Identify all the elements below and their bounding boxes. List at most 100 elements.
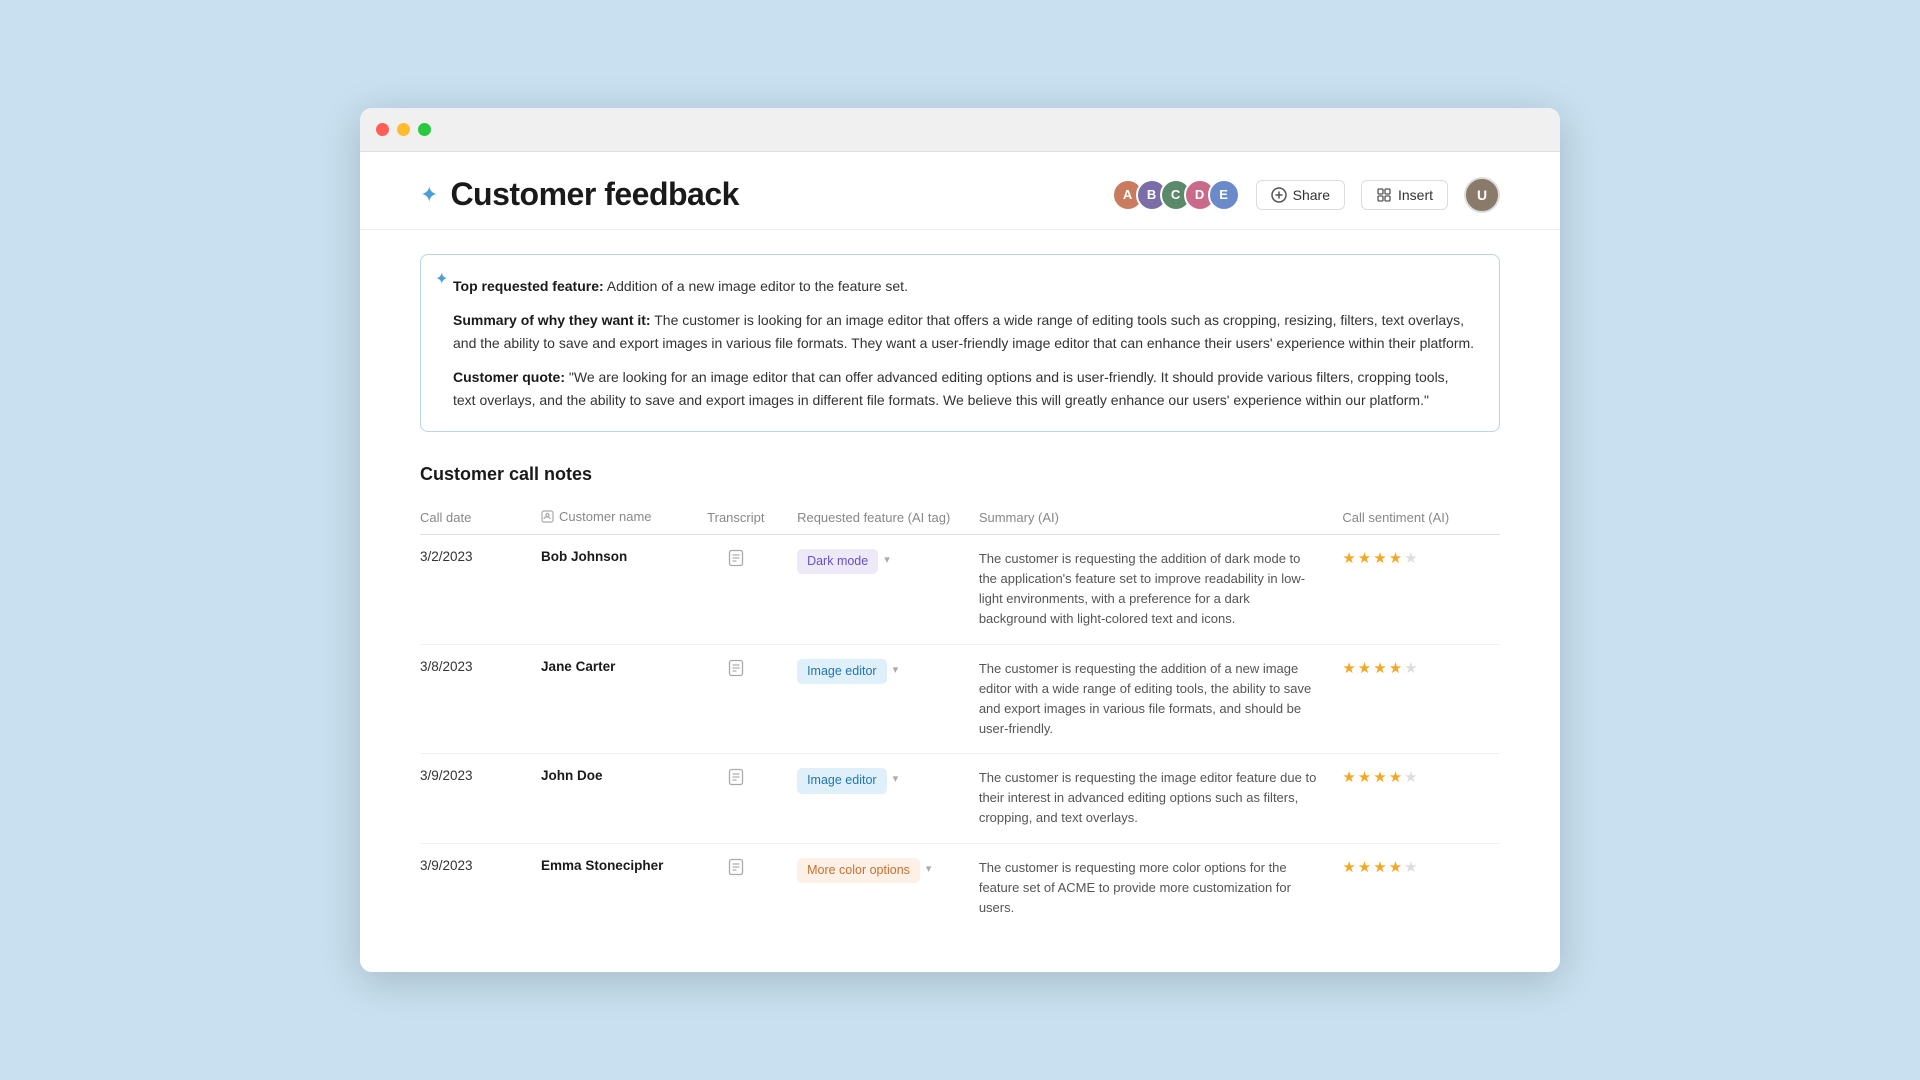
star-icon: ★ xyxy=(1373,768,1386,786)
star-icon: ★ xyxy=(1342,549,1355,567)
star-icon: ★ xyxy=(1358,549,1371,567)
cell-customer-name: Jane Carter xyxy=(529,644,687,754)
customer-quote-line: Customer quote: "We are looking for an i… xyxy=(453,366,1475,411)
col-header-sentiment: Call sentiment (AI) xyxy=(1330,501,1500,535)
cell-summary: The customer is requesting the addition … xyxy=(967,534,1331,644)
col-header-requested-feature: Requested feature (AI tag) xyxy=(785,501,967,535)
maximize-button[interactable] xyxy=(418,123,431,136)
page-title: Customer feedback xyxy=(450,176,738,213)
cell-call-date: 3/9/2023 xyxy=(420,754,529,843)
cell-tag: Image editor ▾ xyxy=(785,644,967,754)
share-button[interactable]: Share xyxy=(1256,180,1345,210)
cell-call-date: 3/8/2023 xyxy=(420,644,529,754)
star-icon: ★ xyxy=(1373,659,1386,677)
cell-tag: Image editor ▾ xyxy=(785,754,967,843)
cell-transcript[interactable] xyxy=(687,754,786,843)
avatar: E xyxy=(1208,179,1240,211)
close-button[interactable] xyxy=(376,123,389,136)
cell-tag: Dark mode ▾ xyxy=(785,534,967,644)
share-icon xyxy=(1271,187,1287,203)
cell-call-date: 3/2/2023 xyxy=(420,534,529,644)
star-icon: ★ xyxy=(1404,659,1417,677)
table-row: 3/8/2023 Jane Carter Image editor ▾ The … xyxy=(420,644,1500,754)
star-rating: ★★★★★ xyxy=(1342,768,1488,786)
cell-customer-name: Emma Stonecipher xyxy=(529,843,687,932)
cell-tag: More color options ▾ xyxy=(785,843,967,932)
star-icon: ★ xyxy=(1389,768,1402,786)
page-title-area: ✦ Customer feedback xyxy=(420,176,739,213)
browser-window: ✦ Customer feedback A B C D E Share xyxy=(360,108,1560,972)
top-feature-line: Top requested feature: Addition of a new… xyxy=(453,275,1475,297)
col-header-call-date: Call date xyxy=(420,501,529,535)
star-rating: ★★★★★ xyxy=(1342,659,1488,677)
cell-summary: The customer is requesting the addition … xyxy=(967,644,1331,754)
section-title: Customer call notes xyxy=(420,464,1500,485)
star-icon: ★ xyxy=(1342,858,1355,876)
cell-sentiment: ★★★★★ xyxy=(1330,534,1500,644)
star-icon: ★ xyxy=(1358,768,1371,786)
customer-icon xyxy=(541,510,554,523)
insert-button[interactable]: Insert xyxy=(1361,180,1448,210)
star-icon: ★ xyxy=(1358,659,1371,677)
transcript-icon[interactable] xyxy=(699,858,774,876)
tag-dropdown-button[interactable]: ▾ xyxy=(882,549,892,570)
cell-summary: The customer is requesting the image edi… xyxy=(967,754,1331,843)
main-content: ✦ Top requested feature: Addition of a n… xyxy=(360,230,1560,972)
tag-dropdown-button[interactable]: ▾ xyxy=(891,659,901,680)
avatar-group: A B C D E xyxy=(1112,179,1240,211)
cell-transcript[interactable] xyxy=(687,843,786,932)
cell-call-date: 3/9/2023 xyxy=(420,843,529,932)
cell-transcript[interactable] xyxy=(687,644,786,754)
star-icon: ★ xyxy=(1389,549,1402,567)
tag-dropdown-button[interactable]: ▾ xyxy=(924,858,934,879)
feature-tag: Image editor xyxy=(797,659,886,685)
table-row: 3/9/2023 Emma Stonecipher More color opt… xyxy=(420,843,1500,932)
star-icon: ★ xyxy=(1342,768,1355,786)
cell-sentiment: ★★★★★ xyxy=(1330,644,1500,754)
ai-sparkle-icon: ✦ xyxy=(435,269,448,289)
ai-summary-box: ✦ Top requested feature: Addition of a n… xyxy=(420,254,1500,432)
cell-sentiment: ★★★★★ xyxy=(1330,754,1500,843)
cell-customer-name: Bob Johnson xyxy=(529,534,687,644)
cell-sentiment: ★★★★★ xyxy=(1330,843,1500,932)
feature-tag: Image editor xyxy=(797,768,886,794)
insert-icon xyxy=(1376,187,1392,203)
cell-transcript[interactable] xyxy=(687,534,786,644)
traffic-lights xyxy=(376,123,431,136)
table-header-row: Call date Customer name xyxy=(420,501,1500,535)
star-icon: ★ xyxy=(1404,858,1417,876)
sparkle-icon: ✦ xyxy=(420,182,438,208)
call-notes-table: Call date Customer name xyxy=(420,501,1500,932)
star-icon: ★ xyxy=(1358,858,1371,876)
star-icon: ★ xyxy=(1373,858,1386,876)
minimize-button[interactable] xyxy=(397,123,410,136)
feature-tag: More color options xyxy=(797,858,920,884)
table-row: 3/9/2023 John Doe Image editor ▾ The cus… xyxy=(420,754,1500,843)
content-area: ✦ Customer feedback A B C D E Share xyxy=(360,152,1560,972)
header-right: A B C D E Share xyxy=(1112,177,1500,213)
titlebar xyxy=(360,108,1560,152)
transcript-icon[interactable] xyxy=(699,549,774,567)
transcript-icon[interactable] xyxy=(699,659,774,677)
tag-dropdown-button[interactable]: ▾ xyxy=(891,768,901,789)
transcript-icon[interactable] xyxy=(699,768,774,786)
star-rating: ★★★★★ xyxy=(1342,549,1488,567)
star-icon: ★ xyxy=(1389,659,1402,677)
star-icon: ★ xyxy=(1389,858,1402,876)
col-header-customer-name: Customer name xyxy=(529,501,687,535)
col-header-transcript: Transcript xyxy=(687,501,786,535)
star-icon: ★ xyxy=(1342,659,1355,677)
star-icon: ★ xyxy=(1404,768,1417,786)
star-icon: ★ xyxy=(1404,549,1417,567)
star-rating: ★★★★★ xyxy=(1342,858,1488,876)
page-header: ✦ Customer feedback A B C D E Share xyxy=(360,152,1560,230)
cell-summary: The customer is requesting more color op… xyxy=(967,843,1331,932)
cell-customer-name: John Doe xyxy=(529,754,687,843)
user-avatar-button[interactable]: U xyxy=(1464,177,1500,213)
table-row: 3/2/2023 Bob Johnson Dark mode ▾ The cus… xyxy=(420,534,1500,644)
col-header-summary: Summary (AI) xyxy=(967,501,1331,535)
table-wrapper: Customer call notes Call date xyxy=(420,464,1500,932)
summary-why-line: Summary of why they want it: The custome… xyxy=(453,309,1475,354)
star-icon: ★ xyxy=(1373,549,1386,567)
feature-tag: Dark mode xyxy=(797,549,878,575)
